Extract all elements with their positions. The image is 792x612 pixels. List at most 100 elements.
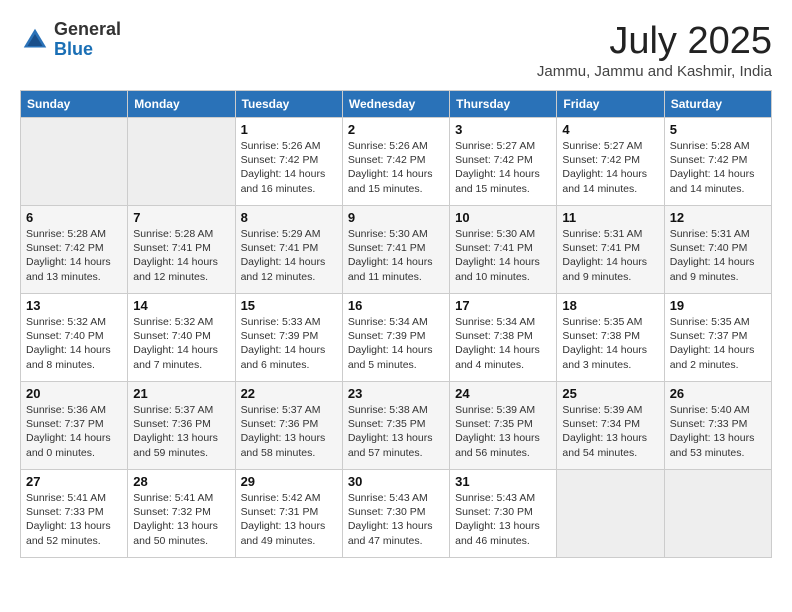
day-detail: Sunrise: 5:39 AM Sunset: 7:34 PM Dayligh… bbox=[562, 403, 658, 460]
day-detail: Sunrise: 5:41 AM Sunset: 7:33 PM Dayligh… bbox=[26, 491, 122, 548]
day-detail: Sunrise: 5:37 AM Sunset: 7:36 PM Dayligh… bbox=[241, 403, 337, 460]
day-number: 1 bbox=[241, 122, 337, 137]
day-number: 30 bbox=[348, 474, 444, 489]
calendar-week-row: 1 Sunrise: 5:26 AM Sunset: 7:42 PM Daylig… bbox=[21, 118, 772, 206]
day-number: 8 bbox=[241, 210, 337, 225]
day-number: 22 bbox=[241, 386, 337, 401]
calendar-cell: 24 Sunrise: 5:39 AM Sunset: 7:35 PM Dayli… bbox=[450, 382, 557, 470]
day-number: 6 bbox=[26, 210, 122, 225]
day-number: 12 bbox=[670, 210, 766, 225]
calendar-cell: 8 Sunrise: 5:29 AM Sunset: 7:41 PM Daylig… bbox=[235, 206, 342, 294]
day-number: 14 bbox=[133, 298, 229, 313]
calendar-cell: 30 Sunrise: 5:43 AM Sunset: 7:30 PM Dayli… bbox=[342, 470, 449, 558]
calendar-cell: 18 Sunrise: 5:35 AM Sunset: 7:38 PM Dayli… bbox=[557, 294, 664, 382]
day-number: 19 bbox=[670, 298, 766, 313]
day-detail: Sunrise: 5:30 AM Sunset: 7:41 PM Dayligh… bbox=[455, 227, 551, 284]
logo-blue-text: Blue bbox=[54, 39, 93, 59]
day-detail: Sunrise: 5:32 AM Sunset: 7:40 PM Dayligh… bbox=[133, 315, 229, 372]
day-number: 5 bbox=[670, 122, 766, 137]
calendar-cell: 5 Sunrise: 5:28 AM Sunset: 7:42 PM Daylig… bbox=[664, 118, 771, 206]
day-detail: Sunrise: 5:43 AM Sunset: 7:30 PM Dayligh… bbox=[455, 491, 551, 548]
day-number: 29 bbox=[241, 474, 337, 489]
calendar-cell: 22 Sunrise: 5:37 AM Sunset: 7:36 PM Dayli… bbox=[235, 382, 342, 470]
calendar-cell bbox=[21, 118, 128, 206]
calendar-cell: 31 Sunrise: 5:43 AM Sunset: 7:30 PM Dayli… bbox=[450, 470, 557, 558]
day-detail: Sunrise: 5:31 AM Sunset: 7:41 PM Dayligh… bbox=[562, 227, 658, 284]
location-text: Jammu, Jammu and Kashmir, India bbox=[537, 63, 772, 80]
day-detail: Sunrise: 5:37 AM Sunset: 7:36 PM Dayligh… bbox=[133, 403, 229, 460]
calendar-cell: 7 Sunrise: 5:28 AM Sunset: 7:41 PM Daylig… bbox=[128, 206, 235, 294]
calendar-cell: 21 Sunrise: 5:37 AM Sunset: 7:36 PM Dayli… bbox=[128, 382, 235, 470]
day-number: 20 bbox=[26, 386, 122, 401]
day-detail: Sunrise: 5:31 AM Sunset: 7:40 PM Dayligh… bbox=[670, 227, 766, 284]
day-detail: Sunrise: 5:27 AM Sunset: 7:42 PM Dayligh… bbox=[455, 139, 551, 196]
day-detail: Sunrise: 5:27 AM Sunset: 7:42 PM Dayligh… bbox=[562, 139, 658, 196]
day-detail: Sunrise: 5:39 AM Sunset: 7:35 PM Dayligh… bbox=[455, 403, 551, 460]
day-number: 25 bbox=[562, 386, 658, 401]
column-header-friday: Friday bbox=[557, 91, 664, 118]
day-number: 9 bbox=[348, 210, 444, 225]
day-number: 7 bbox=[133, 210, 229, 225]
day-number: 18 bbox=[562, 298, 658, 313]
day-detail: Sunrise: 5:32 AM Sunset: 7:40 PM Dayligh… bbox=[26, 315, 122, 372]
calendar-week-row: 6 Sunrise: 5:28 AM Sunset: 7:42 PM Daylig… bbox=[21, 206, 772, 294]
calendar-header-row: SundayMondayTuesdayWednesdayThursdayFrid… bbox=[21, 91, 772, 118]
day-detail: Sunrise: 5:28 AM Sunset: 7:41 PM Dayligh… bbox=[133, 227, 229, 284]
calendar-cell: 10 Sunrise: 5:30 AM Sunset: 7:41 PM Dayli… bbox=[450, 206, 557, 294]
calendar-cell: 28Sunrise: 5:41 AM Sunset: 7:32 PM Dayli… bbox=[128, 470, 235, 558]
day-detail: Sunrise: 5:29 AM Sunset: 7:41 PM Dayligh… bbox=[241, 227, 337, 284]
column-header-monday: Monday bbox=[128, 91, 235, 118]
day-detail: Sunrise: 5:35 AM Sunset: 7:38 PM Dayligh… bbox=[562, 315, 658, 372]
day-number: 31 bbox=[455, 474, 551, 489]
day-number: 17 bbox=[455, 298, 551, 313]
day-detail: Sunrise: 5:38 AM Sunset: 7:35 PM Dayligh… bbox=[348, 403, 444, 460]
day-detail: Sunrise: 5:28 AM Sunset: 7:42 PM Dayligh… bbox=[670, 139, 766, 196]
calendar-cell: 1Sunrise: 5:26 AM Sunset: 7:42 PM Daylig… bbox=[235, 118, 342, 206]
day-detail: Sunrise: 5:28 AM Sunset: 7:42 PM Dayligh… bbox=[26, 227, 122, 284]
calendar-cell bbox=[128, 118, 235, 206]
day-detail: Sunrise: 5:34 AM Sunset: 7:38 PM Dayligh… bbox=[455, 315, 551, 372]
day-detail: Sunrise: 5:26 AM Sunset: 7:42 PM Dayligh… bbox=[348, 139, 444, 196]
day-detail: Sunrise: 5:34 AM Sunset: 7:39 PM Dayligh… bbox=[348, 315, 444, 372]
calendar-cell: 26Sunrise: 5:40 AM Sunset: 7:33 PM Dayli… bbox=[664, 382, 771, 470]
day-number: 2 bbox=[348, 122, 444, 137]
logo-general-text: General bbox=[54, 19, 121, 39]
calendar-cell: 13 Sunrise: 5:32 AM Sunset: 7:40 PM Dayli… bbox=[21, 294, 128, 382]
calendar-cell: 23 Sunrise: 5:38 AM Sunset: 7:35 PM Dayli… bbox=[342, 382, 449, 470]
calendar-cell: 3 Sunrise: 5:27 AM Sunset: 7:42 PM Daylig… bbox=[450, 118, 557, 206]
day-number: 23 bbox=[348, 386, 444, 401]
calendar-cell: 15Sunrise: 5:33 AM Sunset: 7:39 PM Dayli… bbox=[235, 294, 342, 382]
calendar-cell: 16 Sunrise: 5:34 AM Sunset: 7:39 PM Dayli… bbox=[342, 294, 449, 382]
page-header: General Blue July 2025 Jammu, Jammu and … bbox=[20, 20, 772, 80]
calendar-cell bbox=[557, 470, 664, 558]
calendar-cell: 25 Sunrise: 5:39 AM Sunset: 7:34 PM Dayli… bbox=[557, 382, 664, 470]
month-title: July 2025 bbox=[537, 20, 772, 63]
day-number: 27 bbox=[26, 474, 122, 489]
title-block: July 2025 Jammu, Jammu and Kashmir, Indi… bbox=[537, 20, 772, 80]
day-number: 21 bbox=[133, 386, 229, 401]
calendar-cell: 9Sunrise: 5:30 AM Sunset: 7:41 PM Daylig… bbox=[342, 206, 449, 294]
day-number: 13 bbox=[26, 298, 122, 313]
day-detail: Sunrise: 5:43 AM Sunset: 7:30 PM Dayligh… bbox=[348, 491, 444, 548]
calendar-week-row: 13 Sunrise: 5:32 AM Sunset: 7:40 PM Dayli… bbox=[21, 294, 772, 382]
calendar-week-row: 27 Sunrise: 5:41 AM Sunset: 7:33 PM Dayli… bbox=[21, 470, 772, 558]
day-detail: Sunrise: 5:35 AM Sunset: 7:37 PM Dayligh… bbox=[670, 315, 766, 372]
column-header-saturday: Saturday bbox=[664, 91, 771, 118]
logo-icon bbox=[20, 25, 50, 55]
day-number: 15 bbox=[241, 298, 337, 313]
calendar-cell: 29Sunrise: 5:42 AM Sunset: 7:31 PM Dayli… bbox=[235, 470, 342, 558]
day-detail: Sunrise: 5:36 AM Sunset: 7:37 PM Dayligh… bbox=[26, 403, 122, 460]
day-number: 10 bbox=[455, 210, 551, 225]
column-header-sunday: Sunday bbox=[21, 91, 128, 118]
calendar-cell: 6 Sunrise: 5:28 AM Sunset: 7:42 PM Daylig… bbox=[21, 206, 128, 294]
day-number: 16 bbox=[348, 298, 444, 313]
calendar-cell: 14 Sunrise: 5:32 AM Sunset: 7:40 PM Dayli… bbox=[128, 294, 235, 382]
calendar-table: SundayMondayTuesdayWednesdayThursdayFrid… bbox=[20, 90, 772, 558]
column-header-tuesday: Tuesday bbox=[235, 91, 342, 118]
day-number: 3 bbox=[455, 122, 551, 137]
day-number: 24 bbox=[455, 386, 551, 401]
column-header-thursday: Thursday bbox=[450, 91, 557, 118]
calendar-cell: 27 Sunrise: 5:41 AM Sunset: 7:33 PM Dayli… bbox=[21, 470, 128, 558]
logo: General Blue bbox=[20, 20, 121, 60]
calendar-cell: 2 Sunrise: 5:26 AM Sunset: 7:42 PM Daylig… bbox=[342, 118, 449, 206]
